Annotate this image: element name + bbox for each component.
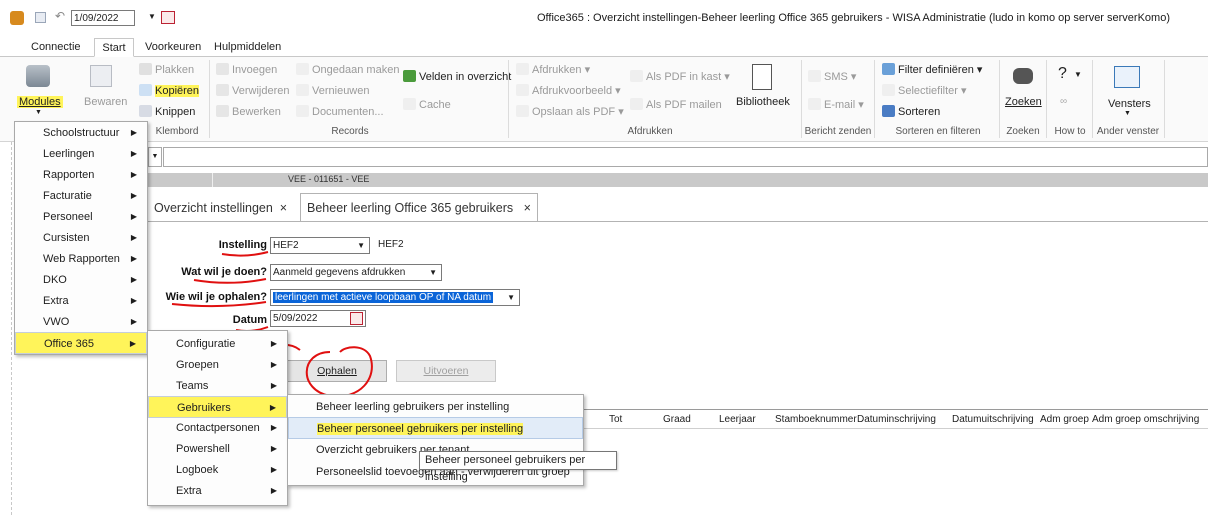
chevron-right-icon: ▶ xyxy=(269,403,276,412)
chevron-right-icon: ▶ xyxy=(130,233,137,242)
menu-item-schoolstructuur[interactable]: Schoolstructuur ▶ xyxy=(15,122,147,144)
menu-item-cursisten[interactable]: Cursisten ▶ xyxy=(15,227,147,249)
menu-item-vwo[interactable]: VWO ▶ xyxy=(15,311,147,333)
menu-item-office-365[interactable]: Office 365 ▶ xyxy=(15,332,147,354)
menu-item-extra[interactable]: Extra ▶ xyxy=(15,290,147,312)
menu-item-leerlingen[interactable]: Leerlingen ▶ xyxy=(15,143,147,165)
chevron-right-icon: ▶ xyxy=(130,149,137,158)
tooltip: Beheer personeel gebruikers per instelli… xyxy=(419,451,617,483)
menu-item-logboek[interactable]: Logboek ▶ xyxy=(148,459,287,481)
chevron-right-icon: ▶ xyxy=(130,275,137,284)
menu-item-teams[interactable]: Teams ▶ xyxy=(148,375,287,397)
chevron-right-icon: ▶ xyxy=(130,254,137,263)
menu-item-personeel[interactable]: Personeel ▶ xyxy=(15,206,147,228)
menu-item-beheer-leerling[interactable]: Beheer leerling gebruikers per instellin… xyxy=(288,396,583,418)
menu-item-gebruikers[interactable]: Gebruikers ▶ xyxy=(148,396,287,418)
menu-item-powershell[interactable]: Powershell ▶ xyxy=(148,438,287,460)
menu-item-contactpersonen[interactable]: Contactpersonen ▶ xyxy=(148,417,287,439)
menu-item-web-rapporten[interactable]: Web Rapporten ▶ xyxy=(15,248,147,270)
chevron-right-icon: ▶ xyxy=(270,486,277,495)
chevron-right-icon: ▶ xyxy=(130,128,137,137)
chevron-right-icon: ▶ xyxy=(130,296,137,305)
chevron-right-icon: ▶ xyxy=(130,317,137,326)
chevron-right-icon: ▶ xyxy=(130,170,137,179)
menu-item-groepen[interactable]: Groepen ▶ xyxy=(148,354,287,376)
menu-item-configuratie[interactable]: Configuratie ▶ xyxy=(148,333,287,355)
office365-menu: Configuratie ▶ Groepen ▶ Teams ▶ Gebruikers… xyxy=(147,330,288,506)
menu-item-rapporten[interactable]: Rapporten ▶ xyxy=(15,164,147,186)
chevron-right-icon: ▶ xyxy=(270,444,277,453)
chevron-right-icon: ▶ xyxy=(130,191,137,200)
menu-item-beheer-personeel[interactable]: Beheer personeel gebruikers per instelli… xyxy=(288,417,583,439)
chevron-right-icon: ▶ xyxy=(270,465,277,474)
chevron-right-icon: ▶ xyxy=(270,360,277,369)
chevron-right-icon: ▶ xyxy=(129,339,136,348)
chevron-right-icon: ▶ xyxy=(270,381,277,390)
chevron-right-icon: ▶ xyxy=(270,339,277,348)
menu-item-dko[interactable]: DKO ▶ xyxy=(15,269,147,291)
modules-menu: Schoolstructuur ▶ Leerlingen ▶ Rapporten ▶ … xyxy=(14,121,148,355)
menu-item-extra[interactable]: Extra ▶ xyxy=(148,480,287,502)
chevron-right-icon: ▶ xyxy=(130,212,137,221)
menu-item-facturatie[interactable]: Facturatie ▶ xyxy=(15,185,147,207)
chevron-right-icon: ▶ xyxy=(270,423,277,432)
